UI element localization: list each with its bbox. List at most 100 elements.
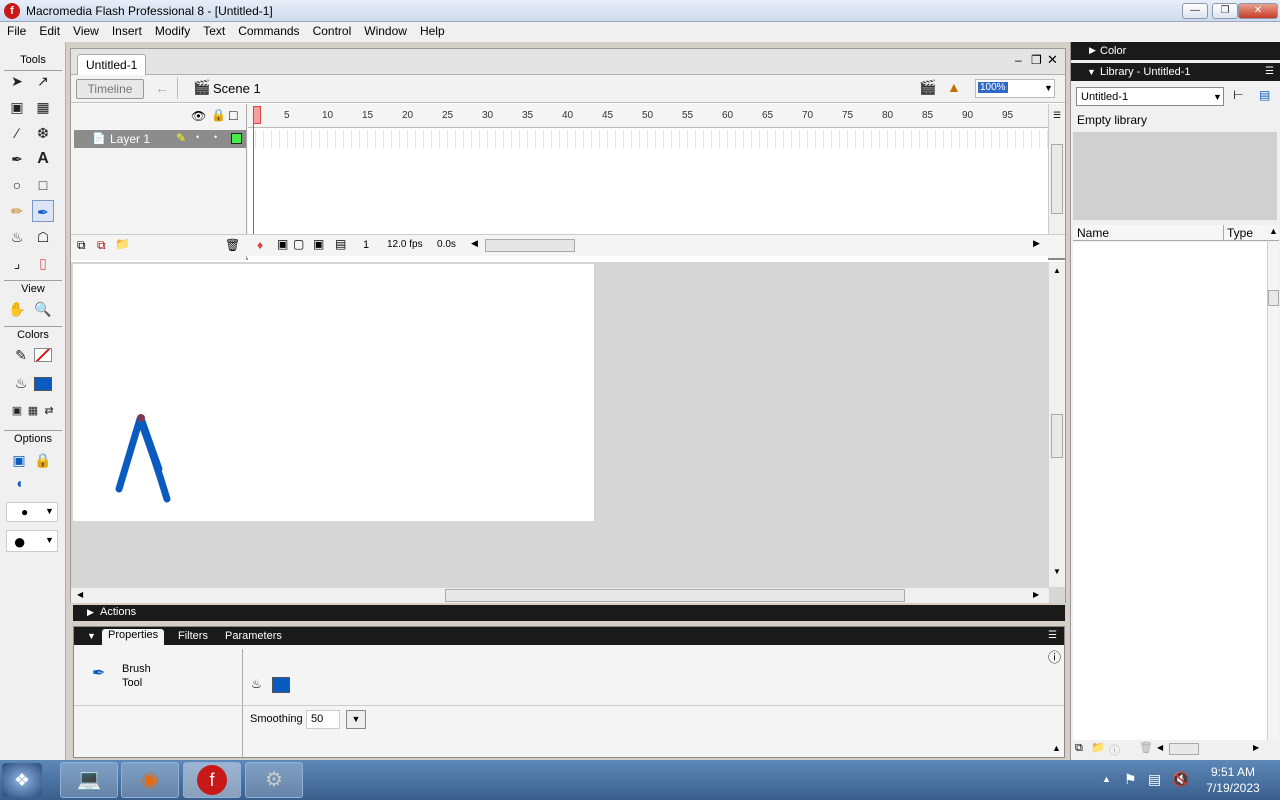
finder-taskbar-icon[interactable]: 💻 — [60, 762, 118, 798]
paint-bucket-tool-icon[interactable]: ☖ — [32, 226, 54, 248]
collapse-arrow-icon[interactable]: ▼ — [87, 631, 96, 641]
brush-shape-dropdown[interactable]: ● ▼ — [6, 529, 58, 554]
stage-area[interactable]: ▲ ▼ ◀ ▶ — [71, 262, 1065, 603]
timeline-menu-icon[interactable]: ☰ — [1053, 110, 1061, 121]
scroll-right-icon[interactable]: ▶ — [1253, 743, 1259, 752]
scroll-thumb[interactable] — [1169, 743, 1199, 755]
insert-folder-icon[interactable]: 📁 — [115, 237, 130, 251]
frame-ruler[interactable]: 1 5 10 15 20 25 30 35 40 45 50 55 60 65 … — [248, 104, 1048, 128]
zoom-field[interactable]: 100% ▼ — [975, 79, 1055, 98]
outline-icon[interactable]: □ — [229, 107, 237, 123]
gradient-transform-tool-icon[interactable]: ▦ — [32, 96, 54, 118]
close-button[interactable]: ✕ — [1238, 3, 1278, 19]
scene-label[interactable]: Scene 1 — [213, 81, 261, 96]
flash-taskbar-icon[interactable]: f — [183, 762, 241, 798]
ink-bottle-tool-icon[interactable]: ♨ — [6, 226, 28, 248]
doc-restore-icon[interactable]: ❐ — [1031, 53, 1042, 67]
insert-layer-icon[interactable]: ⧉ — [77, 238, 86, 253]
brush-stroke[interactable] — [115, 415, 171, 503]
resize-arrow-icon[interactable]: ▲ — [1052, 743, 1061, 753]
oval-tool-icon[interactable]: ○ — [6, 174, 28, 196]
swap-colors-icon[interactable]: ⇄ — [38, 400, 60, 422]
menu-help[interactable]: Help — [413, 22, 451, 38]
back-arrow-icon[interactable]: ← — [155, 80, 169, 96]
pencil-tool-icon[interactable]: ✏ — [6, 200, 28, 222]
tab-filters[interactable]: Filters — [178, 630, 208, 642]
fill-color-swatch[interactable] — [272, 677, 290, 693]
brush-mode-icon[interactable]: ◖ — [8, 472, 30, 494]
outline-color-icon[interactable] — [231, 133, 242, 144]
help-icon[interactable]: ⓘ — [1048, 647, 1061, 666]
pin-library-icon[interactable]: ⊢ — [1233, 88, 1243, 102]
start-button[interactable]: ❖ — [2, 763, 42, 797]
stroke-color-swatch[interactable] — [34, 348, 52, 362]
menu-file[interactable]: File — [0, 22, 32, 38]
brush-size-dropdown[interactable]: ● ▼ — [6, 502, 58, 522]
timeline-hscroll-thumb[interactable] — [485, 239, 575, 252]
zoom-tool-icon[interactable]: 🔍 — [32, 298, 54, 320]
panel-menu-icon[interactable]: ☰ — [1265, 66, 1274, 77]
pen-tool-icon[interactable]: ✒ — [6, 148, 28, 170]
layer-frames[interactable] — [248, 130, 1048, 148]
taskbar-clock[interactable]: 9:51 AM 7/19/2023 — [1198, 764, 1268, 796]
properties-icon[interactable]: ⓘ — [1109, 742, 1120, 758]
timeline-vscroll[interactable]: ☰ — [1048, 104, 1065, 234]
scroll-right-icon[interactable]: ▶ — [1033, 590, 1039, 599]
stage[interactable] — [73, 264, 594, 521]
free-transform-tool-icon[interactable]: ▣ — [6, 96, 28, 118]
menu-control[interactable]: Control — [306, 22, 358, 38]
text-tool-icon[interactable]: A — [32, 148, 54, 170]
scroll-thumb[interactable] — [1051, 144, 1063, 214]
smoothing-input[interactable]: 50 — [306, 710, 340, 729]
menu-edit[interactable]: Edit — [32, 22, 66, 38]
action-center-flag-icon[interactable]: ⚑ — [1124, 771, 1137, 788]
add-motion-guide-icon[interactable]: ⧉ — [97, 238, 106, 253]
stage-hscroll[interactable]: ◀ ▶ — [71, 588, 1049, 603]
tab-properties[interactable]: Properties — [102, 629, 165, 645]
firefox-taskbar-icon[interactable]: ◉ — [121, 762, 179, 798]
selection-tool-icon[interactable]: ➤ — [6, 70, 28, 92]
menu-insert[interactable]: Insert — [105, 22, 148, 38]
volume-muted-icon[interactable]: 🔇 — [1172, 771, 1189, 788]
timeline-button[interactable]: Timeline — [76, 79, 144, 99]
scroll-left-icon[interactable]: ◀ — [471, 238, 478, 249]
fill-color-swatch[interactable] — [34, 377, 52, 391]
library-list[interactable] — [1073, 242, 1269, 742]
lock-dot-icon[interactable]: • — [214, 132, 217, 142]
panel-menu-icon[interactable]: ☰ — [1048, 630, 1057, 641]
onion-outlines-icon[interactable]: ▢ — [293, 237, 304, 251]
scroll-down-icon[interactable]: ▼ — [1053, 567, 1061, 576]
scroll-right-icon[interactable]: ▶ — [1033, 238, 1040, 249]
new-library-panel-icon[interactable]: ▤ — [1259, 88, 1270, 102]
object-drawing-icon[interactable]: ▣ — [8, 449, 30, 471]
eyedropper-tool-icon[interactable]: ⌟ — [6, 252, 28, 274]
lock-fill-icon[interactable]: 🔒 — [32, 449, 54, 471]
frame-rate[interactable]: 12.0 fps — [387, 239, 423, 250]
lock-icon[interactable]: 🔒 — [211, 108, 226, 122]
stage-vscroll[interactable]: ▲ ▼ — [1049, 262, 1065, 587]
scroll-thumb[interactable] — [1051, 414, 1063, 458]
smoothing-dropdown-button[interactable]: ▼ — [346, 710, 366, 729]
sort-arrow-icon[interactable]: ▲ — [1269, 226, 1278, 236]
scroll-left-icon[interactable]: ◀ — [77, 590, 83, 599]
lasso-tool-icon[interactable]: ❆ — [32, 122, 54, 144]
modify-onion-markers-icon[interactable]: ▤ — [335, 237, 346, 251]
library-select[interactable]: Untitled-1 ▼ — [1076, 87, 1224, 106]
rectangle-tool-icon[interactable]: □ — [32, 174, 54, 196]
edit-symbol-icon[interactable]: ▲ — [947, 79, 961, 95]
actions-panel-header[interactable]: ▶ Actions — [73, 605, 1065, 621]
hand-tool-icon[interactable]: ✋ — [6, 298, 28, 320]
color-panel-header[interactable]: ▶ Color — [1071, 42, 1280, 60]
menu-view[interactable]: View — [66, 22, 105, 38]
scroll-left-icon[interactable]: ◀ — [1157, 743, 1163, 752]
delete-layer-icon[interactable]: 🗑 — [225, 238, 240, 252]
doc-close-icon[interactable]: ✕ — [1047, 52, 1058, 68]
settings-taskbar-icon[interactable]: ⚙ — [245, 762, 303, 798]
visible-dot-icon[interactable]: • — [196, 132, 199, 142]
restore-button[interactable]: ❐ — [1212, 3, 1238, 19]
new-folder-icon[interactable]: 📁 — [1091, 741, 1105, 754]
layer-row[interactable]: 📄 Layer 1 ✎ • • — [74, 130, 246, 148]
eraser-tool-icon[interactable]: ▯ — [32, 252, 54, 274]
edit-scene-icon[interactable]: 🎬 — [919, 79, 936, 96]
eye-icon[interactable]: 👁 — [191, 109, 206, 123]
